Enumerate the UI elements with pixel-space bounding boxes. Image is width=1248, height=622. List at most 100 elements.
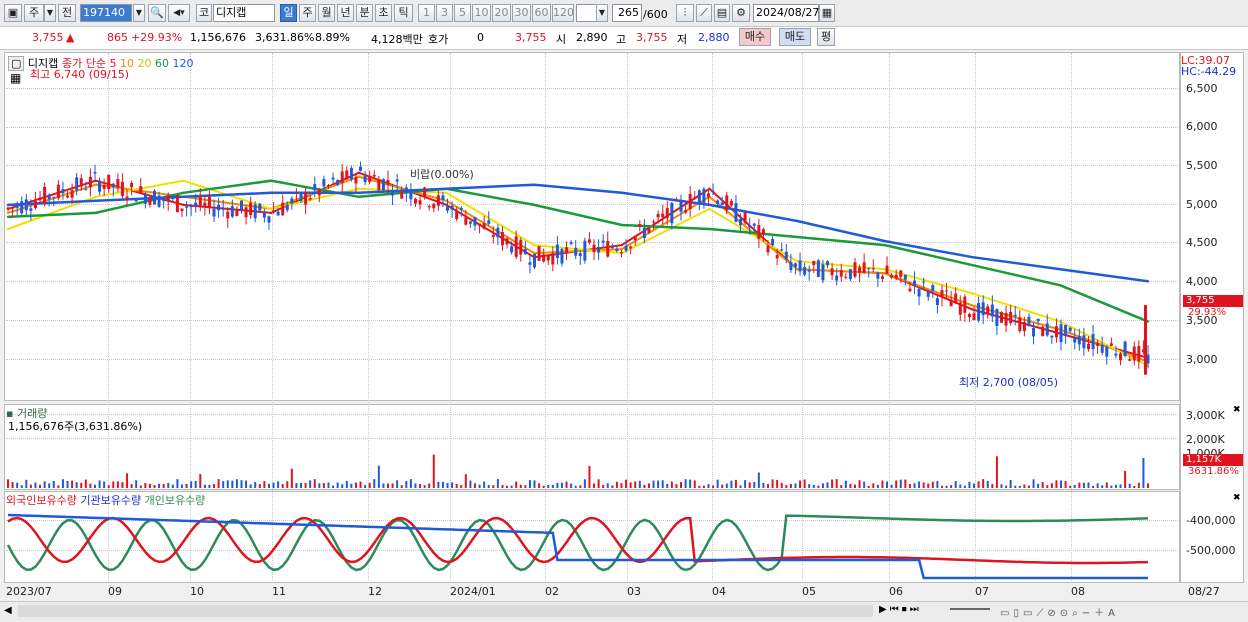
candle-body: [345, 170, 349, 180]
candle-body: [619, 252, 623, 254]
volume-bar: [20, 485, 23, 488]
volume-bar: [231, 480, 234, 488]
volume-bar: [611, 485, 614, 488]
volume-bar: [593, 483, 596, 488]
ma5-point: [94, 179, 97, 182]
candle-body: [926, 292, 930, 297]
candle-body: [107, 174, 111, 190]
candle-body: [88, 176, 92, 188]
volume-bar: [968, 481, 971, 488]
candle-body: [487, 220, 491, 224]
candle-body: [597, 247, 601, 253]
volume-bar: [538, 483, 541, 488]
volume-bar: [657, 480, 660, 488]
close-icon[interactable]: ✖: [1233, 493, 1241, 503]
candle-body: [684, 210, 688, 213]
candle-body: [491, 235, 495, 237]
x-tick: 08/27: [1188, 585, 1220, 598]
volume-bar: [377, 465, 380, 488]
candle-body: [519, 239, 523, 255]
playback-controls-icon[interactable]: ▶⏮⏹⏭: [879, 604, 922, 615]
candle-body: [945, 290, 949, 292]
candle-body: [880, 276, 884, 279]
candle-body: [514, 236, 518, 257]
volume-bar: [693, 480, 696, 488]
volume-bar: [542, 485, 545, 488]
volume-bar: [121, 482, 124, 488]
volume-bar: [277, 481, 280, 488]
volume-bar: [739, 485, 742, 488]
ma120-point: [796, 219, 799, 223]
zoom-slider[interactable]: [950, 608, 990, 610]
volume-bar: [767, 484, 769, 488]
candle-body: [674, 199, 678, 201]
volume-bar: [725, 483, 728, 488]
candle-body: [1036, 319, 1040, 322]
volume-bar: [547, 484, 550, 488]
ma10-point: [94, 183, 97, 186]
ma120-point: [883, 239, 887, 243]
x-tick: 02: [545, 585, 559, 598]
ma60-point: [6, 215, 10, 219]
volume-bar: [1078, 482, 1081, 488]
volume-bar: [583, 479, 586, 488]
scroll-left-icon[interactable]: ◀: [4, 605, 12, 616]
candle-body: [381, 179, 385, 191]
candle-body: [418, 200, 422, 205]
candle-body: [285, 204, 289, 211]
candle-body: [299, 192, 303, 202]
close-icon[interactable]: ✖: [1233, 405, 1241, 415]
candle-body: [308, 198, 312, 200]
volume-bar: [1041, 482, 1044, 488]
candle-body: [555, 244, 559, 259]
candle-body: [1073, 337, 1077, 343]
scroll-track[interactable]: [18, 605, 873, 617]
volume-bar: [167, 482, 170, 488]
candle-body: [464, 217, 468, 225]
candle-body: [304, 192, 308, 205]
volume-bar: [180, 484, 183, 488]
tool-icons[interactable]: ▭▯▭⟋⊘⊙⌕−＋A: [1000, 604, 1119, 619]
volume-bar: [620, 483, 623, 488]
candle-body: [189, 204, 193, 208]
ma20-point: [532, 243, 536, 247]
legend-foreign: 외국인보유수량: [6, 494, 77, 507]
candle-body: [835, 275, 839, 281]
x-tick: 04: [712, 585, 726, 598]
volume-bar: [39, 484, 42, 488]
volume-bar: [1009, 480, 1012, 488]
candle-body: [1128, 359, 1132, 361]
volume-bar: [354, 482, 357, 488]
volume-bar: [638, 480, 641, 488]
volume-bar: [1082, 482, 1085, 488]
volume-bar: [840, 485, 843, 488]
volume-bar: [702, 485, 705, 488]
volume-bar: [469, 480, 472, 488]
volume-bar: [405, 481, 408, 488]
volume-bar: [1064, 481, 1067, 488]
volume-bar: [304, 482, 307, 488]
candle-body: [1105, 346, 1109, 357]
volume-bar: [11, 482, 14, 488]
candle-body: [1132, 346, 1136, 361]
scroll-bar[interactable]: ◀ ▶⏮⏹⏭ ▭▯▭⟋⊘⊙⌕−＋A: [0, 601, 1248, 622]
volume-bar: [451, 482, 454, 488]
volume-bar: [785, 485, 788, 488]
volume-bar: [931, 481, 934, 488]
volume-bar: [863, 481, 866, 488]
candle-body: [496, 227, 500, 238]
candle-body: [949, 300, 953, 307]
volume-bar: [34, 482, 37, 488]
candle-body: [569, 242, 573, 244]
candle-body: [615, 248, 619, 251]
volume-bar: [89, 483, 92, 488]
volume-bar: [139, 485, 142, 488]
table-icon[interactable]: ▦: [10, 71, 21, 85]
volume-bar: [71, 480, 74, 488]
volume-bar: [734, 479, 737, 488]
candle-body: [546, 255, 550, 261]
volume-bar: [753, 481, 756, 488]
y-tick: 3,000K: [1186, 409, 1225, 422]
candle-body: [262, 212, 266, 218]
candle-body: [958, 302, 962, 315]
